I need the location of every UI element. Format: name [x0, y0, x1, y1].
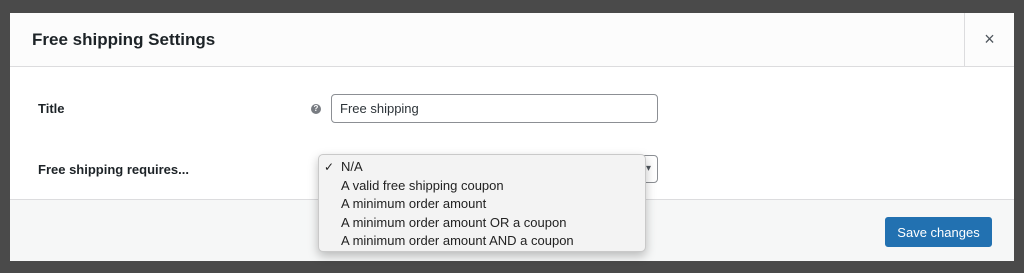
close-icon: ×	[984, 29, 995, 49]
chevron-down-icon: ▾	[645, 163, 651, 174]
checkmark-icon: ✓	[324, 160, 335, 174]
dropdown-option-label: A minimum order amount AND a coupon	[341, 233, 574, 248]
close-button[interactable]: ×	[964, 13, 1014, 66]
modal-title: Free shipping Settings	[32, 30, 216, 49]
requires-label: Free shipping requires...	[38, 162, 189, 177]
settings-modal: Free shipping Settings × Title ? Free sh…	[10, 13, 1014, 261]
dropdown-option-label: A valid free shipping coupon	[341, 177, 504, 193]
save-changes-button[interactable]: Save changes	[885, 217, 992, 247]
dropdown-option-label: A minimum order amount	[341, 196, 487, 211]
dropdown-option[interactable]: A minimum order amount OR a coupon	[319, 214, 645, 233]
title-label: Title	[38, 101, 65, 116]
modal-header: Free shipping Settings ×	[10, 13, 1014, 67]
dropdown-option-label: N/A	[341, 159, 363, 174]
requires-dropdown-menu: ✓ N/A A valid free shipping coupon A minimu…	[318, 154, 646, 252]
help-icon[interactable]: ?	[311, 104, 321, 114]
dropdown-option-label: A minimum order amount OR a coupon	[341, 214, 567, 230]
dropdown-option[interactable]: ✓ N/A	[319, 158, 645, 177]
title-input[interactable]	[331, 94, 658, 123]
dropdown-option[interactable]: A valid free shipping coupon	[319, 177, 645, 196]
dropdown-option[interactable]: A minimum order amount AND a coupon	[319, 232, 645, 251]
dropdown-option[interactable]: A minimum order amount	[319, 195, 645, 214]
